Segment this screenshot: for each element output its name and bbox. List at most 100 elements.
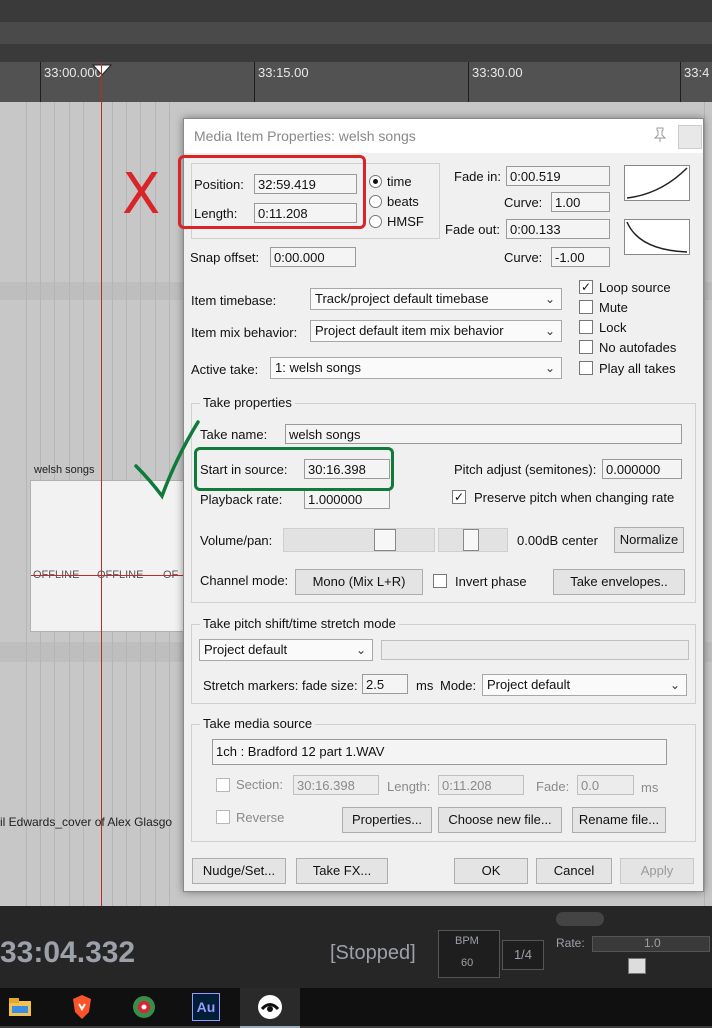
chevron-down-icon: ⌄	[544, 361, 555, 375]
play-status: [Stopped]	[330, 942, 416, 964]
take-envelopes-button[interactable]: Take envelopes..	[553, 569, 685, 595]
pin-icon[interactable]	[652, 127, 668, 143]
bpm-label: BPM	[455, 935, 479, 947]
track-item-caption: il Edwards_cover of Alex Glasgo	[0, 815, 173, 829]
fade-out-curve-icon	[626, 221, 688, 253]
timeline-ruler[interactable]: 33:00.000 33:15.00 33:30.00 33:4	[0, 62, 712, 103]
reaper-icon[interactable]	[130, 993, 158, 1021]
time-mode-radio-hmsf[interactable]	[369, 215, 382, 228]
chevron-down-icon: ⌄	[355, 643, 366, 657]
snap-offset-label: Snap offset:	[190, 250, 260, 265]
ruler-marker: 33:30.00	[472, 65, 523, 80]
take-name-field[interactable]: welsh songs	[285, 424, 682, 444]
transport-dots-icon[interactable]	[556, 912, 604, 926]
chevron-down-icon: ⌄	[544, 324, 555, 338]
green-annotation-box	[194, 447, 394, 491]
snap-offset-field[interactable]: 0:00.000	[270, 247, 356, 267]
normalize-button[interactable]: Normalize	[614, 527, 684, 553]
media-item-title: welsh songs	[34, 464, 95, 476]
pitch-shift-submode-field	[381, 640, 689, 660]
green-checkmark-icon	[134, 420, 200, 500]
section-field: 30:16.398	[293, 775, 379, 795]
stretch-fade-field[interactable]: 2.5	[362, 674, 408, 694]
rate-value: 1.0	[644, 936, 661, 950]
fade-in-field[interactable]: 0:00.519	[506, 166, 610, 186]
transport-bar: 33:04.332 [Stopped] BPM 60 1/4 Rate: 1.0	[0, 906, 712, 988]
item-mix-label: Item mix behavior:	[191, 325, 298, 340]
chevron-down-icon: ⌄	[544, 292, 555, 306]
playhead-marker-icon[interactable]	[92, 64, 112, 76]
stretch-mode-select[interactable]: Project default ⌄	[482, 674, 687, 696]
edit-cursor-line	[101, 62, 102, 906]
section-fade-field: 0.0	[577, 775, 634, 795]
pitch-shift-mode-select[interactable]: Project default ⌄	[199, 639, 373, 661]
item-timebase-label: Item timebase:	[191, 293, 277, 308]
rate-slider-knob[interactable]	[628, 958, 646, 974]
volume-slider[interactable]	[283, 528, 435, 552]
volume-slider-thumb[interactable]	[374, 529, 396, 551]
dialog-title: Media Item Properties: welsh songs	[194, 128, 416, 144]
pitch-adjust-label: Pitch adjust (semitones):	[454, 462, 597, 477]
invert-phase-checkbox[interactable]	[433, 574, 447, 588]
bpm-display[interactable]: BPM 60	[438, 930, 500, 978]
rename-file-button[interactable]: Rename file...	[572, 807, 666, 833]
pan-slider-thumb[interactable]	[463, 529, 479, 551]
channel-mode-button[interactable]: Mono (Mix L+R)	[295, 569, 423, 595]
media-item-properties-dialog: Media Item Properties: welsh songs Posit…	[183, 118, 704, 892]
close-button[interactable]	[678, 125, 702, 149]
media-source-field[interactable]: 1ch : Bradford 12 part 1.WAV	[212, 739, 667, 765]
item-mix-select[interactable]: Project default item mix behavior ⌄	[310, 320, 562, 342]
ok-button[interactable]: OK	[454, 858, 528, 884]
item-timebase-select[interactable]: Track/project default timebase ⌄	[310, 288, 562, 310]
reverse-checkbox[interactable]	[216, 810, 230, 824]
pitch-adjust-field[interactable]: 0.000000	[602, 459, 682, 479]
fade-in-curve-shape[interactable]	[624, 165, 690, 201]
file-explorer-icon[interactable]	[6, 993, 34, 1021]
fade-out-curve-shape[interactable]	[624, 219, 690, 255]
properties-button[interactable]: Properties...	[342, 807, 432, 833]
time-mode-label: beats	[387, 194, 419, 209]
play-all-takes-checkbox[interactable]	[579, 361, 593, 375]
dialog-titlebar[interactable]: Media Item Properties: welsh songs	[184, 119, 703, 153]
active-take-value: 1: welsh songs	[275, 360, 361, 375]
playback-rate-field[interactable]: 1.000000	[304, 489, 390, 509]
active-take-label: Active take:	[191, 362, 259, 377]
section-length-label: Length:	[387, 779, 431, 794]
no-autofades-checkbox[interactable]	[579, 340, 593, 354]
lock-checkbox[interactable]	[579, 320, 593, 334]
time-signature[interactable]: 1/4	[502, 940, 544, 970]
pan-slider[interactable]	[438, 528, 508, 552]
active-take-select[interactable]: 1: welsh songs ⌄	[270, 357, 562, 379]
fade-out-curve-field[interactable]: -1.00	[551, 247, 610, 267]
cancel-button[interactable]: Cancel	[536, 858, 612, 884]
ruler-marker: 33:15.00	[258, 65, 309, 80]
media-item-body[interactable]: OFFLINE OFFLINE OF	[30, 480, 186, 632]
preserve-pitch-checkbox[interactable]: ✓	[452, 490, 466, 504]
apply-button[interactable]: Apply	[620, 858, 694, 884]
section-fade-unit: ms	[641, 780, 659, 795]
brave-browser-icon[interactable]	[68, 993, 96, 1021]
lock-label: Lock	[599, 320, 627, 335]
nudge-set-button[interactable]: Nudge/Set...	[192, 858, 286, 884]
toolbar-strip	[0, 22, 712, 44]
fade-in-curve-field[interactable]: 1.00	[551, 192, 610, 212]
top-toolbar	[0, 0, 712, 62]
section-label: Section:	[236, 777, 283, 792]
audition-icon[interactable]: Au	[192, 993, 220, 1021]
bpm-value: 60	[461, 957, 474, 969]
grid-line	[704, 102, 705, 906]
play-all-takes-label: Play all takes	[599, 361, 676, 376]
time-mode-radio-time[interactable]	[369, 175, 382, 188]
time-mode-radio-beats[interactable]	[369, 195, 382, 208]
game-controller-icon[interactable]	[256, 993, 284, 1021]
take-fx-button[interactable]: Take FX...	[296, 858, 388, 884]
loop-source-checkbox[interactable]: ✓	[579, 280, 593, 294]
fade-out-field[interactable]: 0:00.133	[506, 219, 610, 239]
loop-source-label: Loop source	[599, 280, 671, 295]
section-checkbox[interactable]	[216, 778, 230, 792]
volume-pan-readout: 0.00dB center	[517, 533, 598, 548]
ruler-tick	[680, 62, 681, 102]
mute-checkbox[interactable]	[579, 300, 593, 314]
take-name-label: Take name:	[200, 427, 268, 442]
choose-new-file-button[interactable]: Choose new file...	[438, 807, 562, 833]
